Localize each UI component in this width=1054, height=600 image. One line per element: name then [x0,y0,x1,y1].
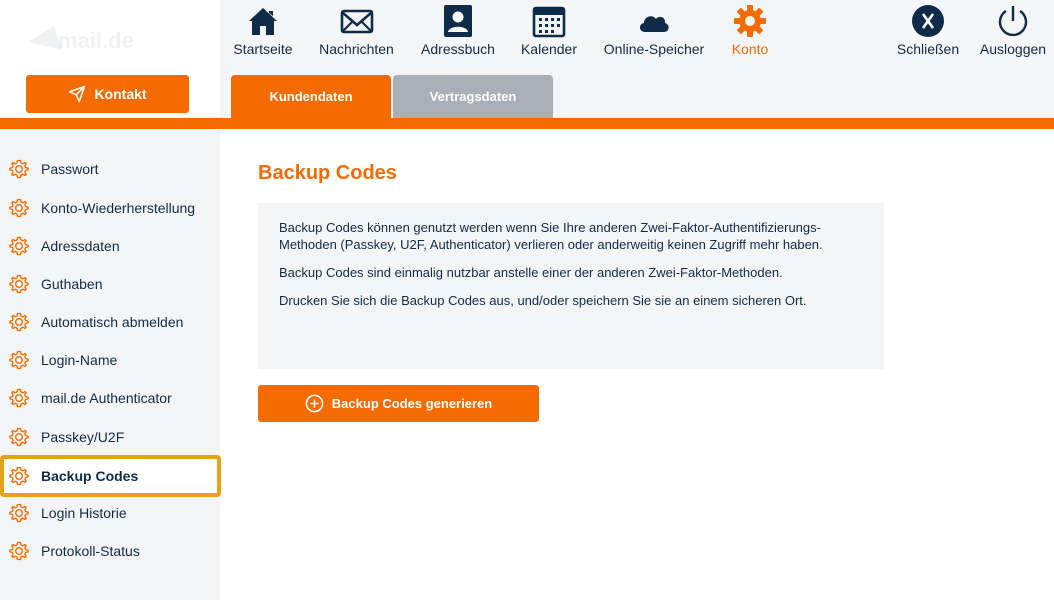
page-title: Backup Codes [258,162,397,184]
sidebar-item-label: mail.de Authenticator [41,390,172,406]
sidebar-item-automatisch-abmelden[interactable]: Automatisch abmelden [0,303,220,341]
gear-icon [9,274,29,294]
nav-label: Adressbuch [421,41,495,57]
envelope-icon [340,4,374,38]
gear-icon [9,466,29,486]
info-paragraph: Drucken Sie sich die Backup Codes aus, u… [279,293,807,308]
sidebar-item-label: Automatisch abmelden [41,314,184,330]
nav-schliessen[interactable]: Schließen [896,4,960,60]
sidebar-item-label: Protokoll-Status [41,543,140,559]
calendar-icon [532,4,566,38]
nav-label: Ausloggen [979,41,1047,57]
gear-icon [9,159,29,179]
sidebar-item-label: Passwort [41,161,99,177]
sidebar-item-label: Backup Codes [41,468,139,484]
sidebar-item-passkey-u2f[interactable]: Passkey/U2F [0,418,220,456]
home-icon [246,4,280,38]
sidebar-item-label: Konto-Wiederherstellung [41,200,196,216]
nav-label: Startseite [233,41,293,57]
send-icon [69,85,86,103]
sidebar-item-mail-de-authenticator[interactable]: mail.de Authenticator [0,379,220,417]
tab-kundendaten[interactable]: Kundendaten [231,75,391,118]
nav-nachrichten[interactable]: Nachrichten [317,4,396,60]
gear-icon [9,427,29,447]
info-paragraph: Backup Codes sind einmalig nutzbar anste… [279,265,783,280]
nav-startseite[interactable]: Startseite [232,4,294,60]
sidebar-item-login-name[interactable]: Login-Name [0,341,220,379]
nav-label: Kalender [520,41,578,57]
gear-icon [9,312,29,332]
sidebar-item-guthaben[interactable]: Guthaben [0,265,220,303]
address-book-icon [441,4,475,38]
nav-label: Schließen [896,41,960,57]
gear-icon [9,236,29,256]
gear-icon [9,541,29,561]
nav-ausloggen[interactable]: Ausloggen [978,4,1048,60]
info-box: Backup Codes können genutzt werden wenn … [258,203,884,369]
contact-button[interactable]: Kontakt [26,75,189,113]
sidebar-item-backup-codes[interactable]: Backup Codes [0,455,221,497]
sidebar-item-konto-wiederherstellung[interactable]: Konto-Wiederherstellung [0,189,220,227]
sidebar-item-label: Login-Name [41,352,118,368]
nav-label: Online-Speicher [603,41,705,57]
sidebar-item-label: Login Historie [41,505,127,521]
nav-online-speicher[interactable]: Online-Speicher [601,4,707,60]
sidebar-item-adressdaten[interactable]: Adressdaten [0,227,220,265]
nav-label: Nachrichten [319,41,394,57]
gear-icon [9,503,29,523]
nav-label: Konto [731,41,769,57]
gear-icon [9,388,29,408]
sidebar-item-passwort[interactable]: Passwort [0,150,220,188]
sidebar-item-label: Passkey/U2F [41,429,125,445]
info-paragraph: Backup Codes können genutzt werden wenn … [279,220,823,252]
sidebar-item-label: Guthaben [41,276,103,292]
sidebar-item-protokoll-status[interactable]: Protokoll-Status [0,532,220,570]
contact-button-label: Kontakt [94,86,147,102]
plus-circle-icon [305,394,324,413]
nav-adressbuch[interactable]: Adressbuch [419,4,497,60]
sidebar-item-label: Adressdaten [41,238,120,254]
nav-konto[interactable]: Konto [730,4,770,60]
close-circle-icon [911,4,945,38]
tab-vertragsdaten[interactable]: Vertragsdaten [393,75,553,118]
cloud-icon [637,4,671,38]
generate-button-label: Backup Codes generieren [331,396,493,411]
orange-divider [0,118,1054,129]
generate-backup-codes-button[interactable]: Backup Codes generieren [258,385,539,422]
gear-icon [9,350,29,370]
nav-kalender[interactable]: Kalender [520,4,578,60]
logo-text: mail.de [58,28,134,53]
gear-icon [9,198,29,218]
gear-icon [733,4,767,38]
sidebar-item-login-historie[interactable]: Login Historie [0,494,220,532]
power-icon [996,4,1030,38]
